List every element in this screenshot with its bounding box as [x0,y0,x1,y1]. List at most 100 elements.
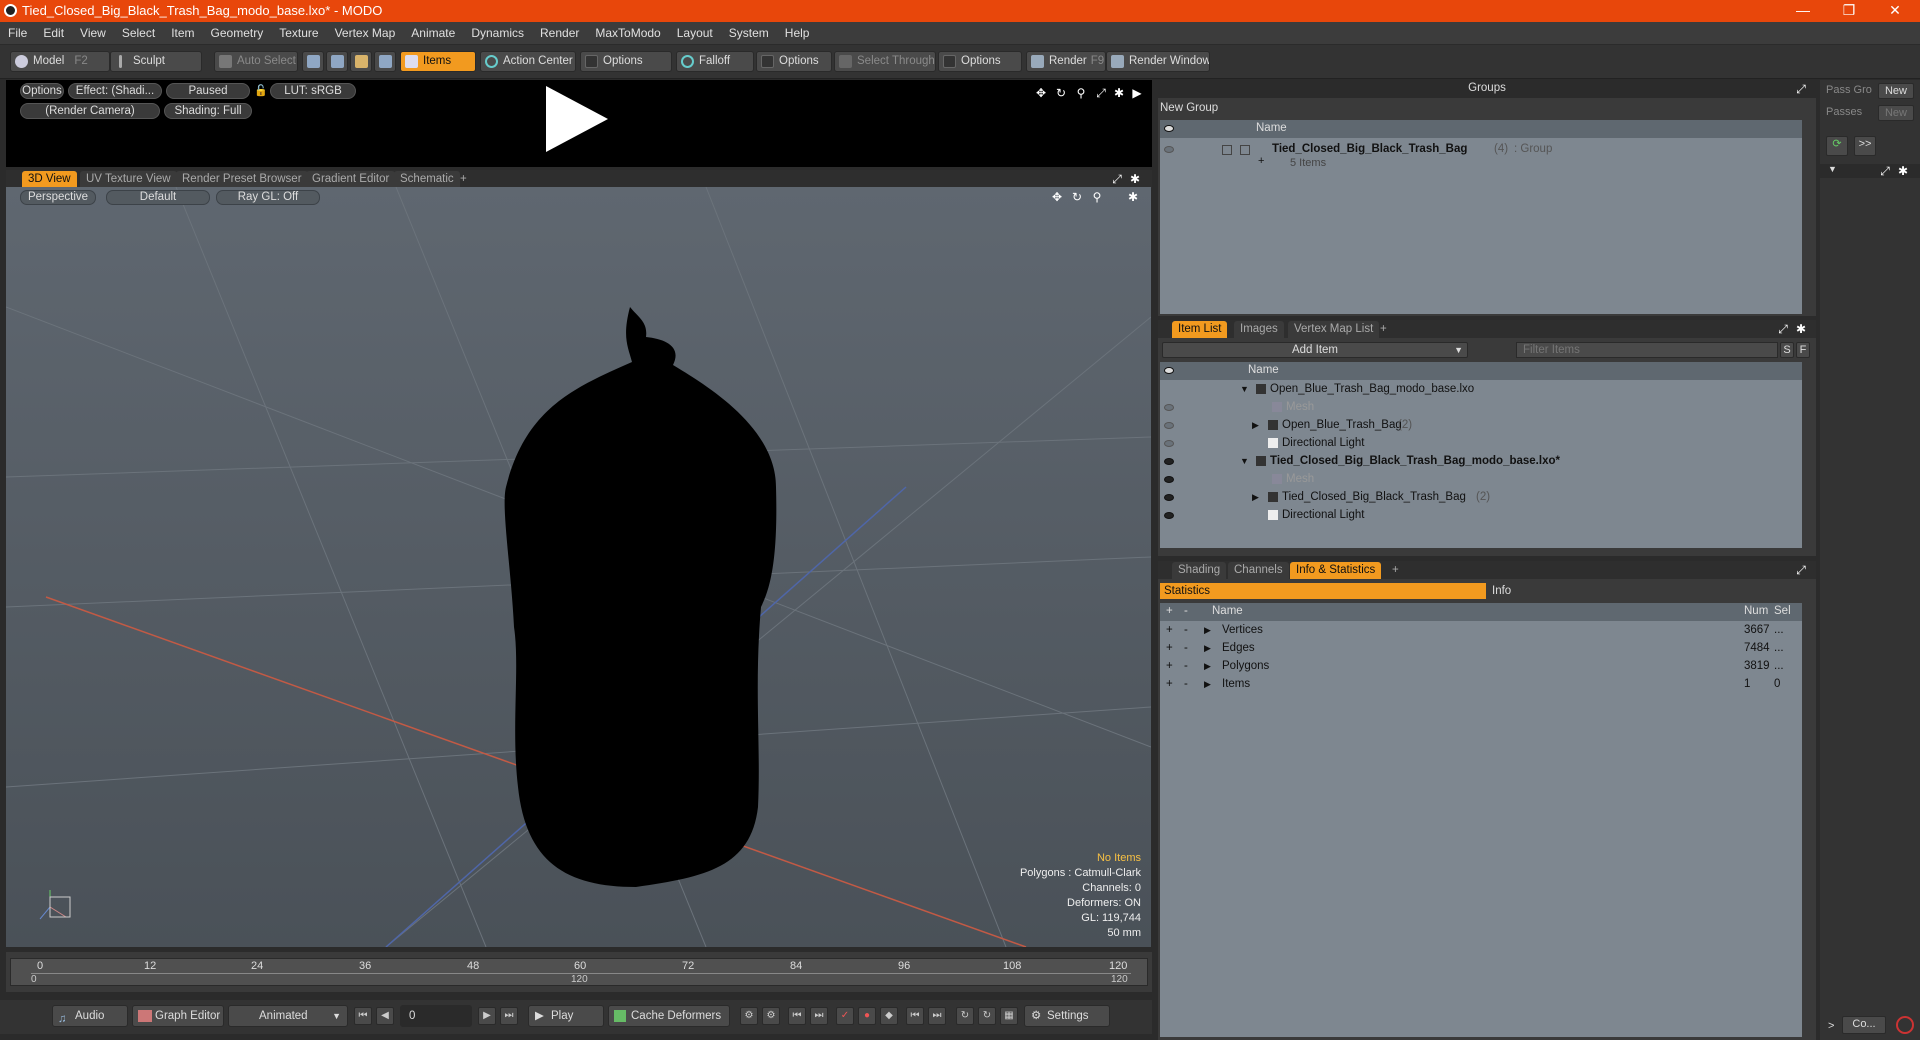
stop-icon[interactable] [1896,1016,1914,1034]
visibility-icon[interactable] [1164,422,1174,429]
settings-button[interactable]: ⚙ Settings [1024,1005,1110,1027]
preview-effect-dropdown[interactable]: Effect: (Shadi... [68,83,162,99]
remove-icon[interactable]: - [1184,657,1188,675]
move-icon[interactable]: ✥ [1050,190,1064,204]
arrow-right-icon[interactable]: ▶ [1130,86,1144,100]
model-mode-button[interactable]: Model F2 [10,51,110,72]
chevron-right-icon[interactable]: > [1828,1020,1834,1032]
statistics-tab[interactable]: Statistics [1160,583,1486,599]
sculpt-mode-button[interactable]: Sculpt [110,51,202,72]
menu-maxtomodo[interactable]: MaxToModo [587,22,668,44]
visibility-icon[interactable] [1164,476,1174,483]
add-icon[interactable]: + [1166,639,1173,657]
expand-icon[interactable]: ▶ [1252,416,1259,434]
settings-icon[interactable]: ✱ [1896,164,1910,178]
graph-editor-button[interactable]: Graph Editor [132,1005,224,1027]
falloff-button[interactable]: Falloff [676,51,754,72]
timeline-ruler[interactable]: 0 12 24 36 48 60 72 84 96 108 120 0 120 … [10,958,1148,986]
items-mode-button[interactable]: Items [400,51,476,72]
record-icon[interactable]: ● [858,1007,876,1025]
expand-icon[interactable]: ⤢ [1110,172,1124,186]
expand-icon[interactable]: ▼ [1240,452,1249,470]
render-button[interactable]: Render F9 [1026,51,1106,72]
menu-system[interactable]: System [721,22,777,44]
loop-icon[interactable]: ↻ [956,1007,974,1025]
select-polygons-button[interactable] [350,51,372,72]
list-item[interactable]: ▼ Open_Blue_Trash_Bag_modo_base.lxo [1160,380,1802,398]
expand-icon[interactable]: ⤢ [1776,322,1790,336]
frame-input[interactable]: 0 [400,1005,472,1027]
stat-row[interactable]: + - ▶ Edges 7484... [1160,639,1802,657]
menu-animate[interactable]: Animate [403,22,463,44]
tab-gradient-editor[interactable]: Gradient Editor [306,171,396,188]
tab-uv-texture-view[interactable]: UV Texture View [80,171,177,188]
menu-texture[interactable]: Texture [271,22,326,44]
projection-dropdown[interactable]: Perspective [20,190,96,205]
auto-key-icon[interactable]: ✓ [836,1007,854,1025]
tab-channels[interactable]: Channels [1228,562,1289,579]
visibility-icon[interactable] [1164,146,1174,153]
render-camera-dropdown[interactable]: (Render Camera) [20,103,160,119]
settings-icon[interactable]: ✱ [1112,86,1126,100]
list-item[interactable]: Directional Light [1160,506,1802,524]
tab-3d-view[interactable]: 3D View [22,171,77,188]
previous-frame-button[interactable]: ◀ [376,1007,394,1025]
add-icon[interactable]: + [1166,657,1173,675]
menu-file[interactable]: File [0,22,35,44]
expand-icon[interactable]: ▶ [1252,488,1259,506]
minimize-button[interactable]: — [1780,0,1826,22]
render-preview[interactable]: Options Effect: (Shadi... Paused 🔓 LUT: … [6,80,1152,167]
zoom-icon[interactable]: ⚲ [1074,86,1088,100]
expand-icon[interactable]: ▶ [1204,621,1211,639]
list-item[interactable]: ▼ Tied_Closed_Big_Black_Trash_Bag_modo_ba… [1160,452,1802,470]
list-item[interactable]: Mesh [1160,470,1802,488]
timeline[interactable]: 0 12 24 36 48 60 72 84 96 108 120 0 120 … [6,952,1152,992]
last-frame-button[interactable]: ⏭ [500,1007,518,1025]
play-button[interactable]: ▶ Play [528,1005,604,1027]
render-toggle[interactable] [1222,145,1232,155]
add-icon[interactable]: + [1166,621,1173,639]
stat-row[interactable]: + - ▶ Items 1 0 [1160,675,1802,693]
key-icon[interactable]: ⚙ [740,1007,758,1025]
key-all-icon[interactable]: ⚙ [762,1007,780,1025]
style-dropdown[interactable]: Default [106,190,210,205]
add-tab-button[interactable]: + [1386,562,1405,579]
prev-key-icon[interactable]: ⏮ [788,1007,806,1025]
add-tab-button[interactable]: + [454,171,473,188]
select-materials-button[interactable] [374,51,396,72]
key-mode-icon[interactable]: ◆ [880,1007,898,1025]
select-vertices-button[interactable] [302,51,324,72]
preview-options-button[interactable]: Options [20,83,64,99]
action-center-button[interactable]: Action Center [480,51,576,72]
remove-icon[interactable]: - [1184,621,1188,639]
grid-icon[interactable]: ▦ [1000,1007,1018,1025]
tab-schematic[interactable]: Schematic [394,171,460,188]
expand-icon[interactable]: ⤢ [1794,563,1808,577]
lock-toggle[interactable] [1240,145,1250,155]
next-key-icon[interactable]: ⏭ [810,1007,828,1025]
group-row[interactable]: + Tied_Closed_Big_Black_Trash_Bag (4) : … [1160,140,1802,170]
command-input[interactable]: Co... [1842,1016,1886,1034]
new-group-button[interactable]: New Group [1160,102,1218,114]
add-item-button[interactable]: Add Item ▼ [1162,342,1468,358]
menu-geometry[interactable]: Geometry [203,22,272,44]
settings-icon[interactable]: ✱ [1794,322,1808,336]
falloff-options-button[interactable]: Options [756,51,832,72]
expand-icon[interactable]: ▶ [1204,639,1211,657]
list-item[interactable]: ▶ Open_Blue_Trash_Bag (2) [1160,416,1802,434]
auto-select-button[interactable]: Auto Select [214,51,298,72]
refresh-icon[interactable]: ⟳ [1826,136,1848,156]
f-button[interactable]: F [1796,342,1810,358]
rotate-icon[interactable]: ↻ [1070,190,1084,204]
menu-dynamics[interactable]: Dynamics [463,22,532,44]
tab-info-statistics[interactable]: Info & Statistics [1290,562,1382,579]
next-frame-button[interactable]: ▶ [478,1007,496,1025]
raygl-dropdown[interactable]: Ray GL: Off [216,190,320,205]
visibility-icon[interactable] [1164,440,1174,447]
render-window-button[interactable]: Render Window [1106,51,1210,72]
filter-items-input[interactable] [1516,342,1778,358]
remove-icon[interactable]: - [1184,675,1188,693]
menu-help[interactable]: Help [777,22,818,44]
select-through-options-button[interactable]: Options [938,51,1022,72]
list-item[interactable]: Directional Light [1160,434,1802,452]
